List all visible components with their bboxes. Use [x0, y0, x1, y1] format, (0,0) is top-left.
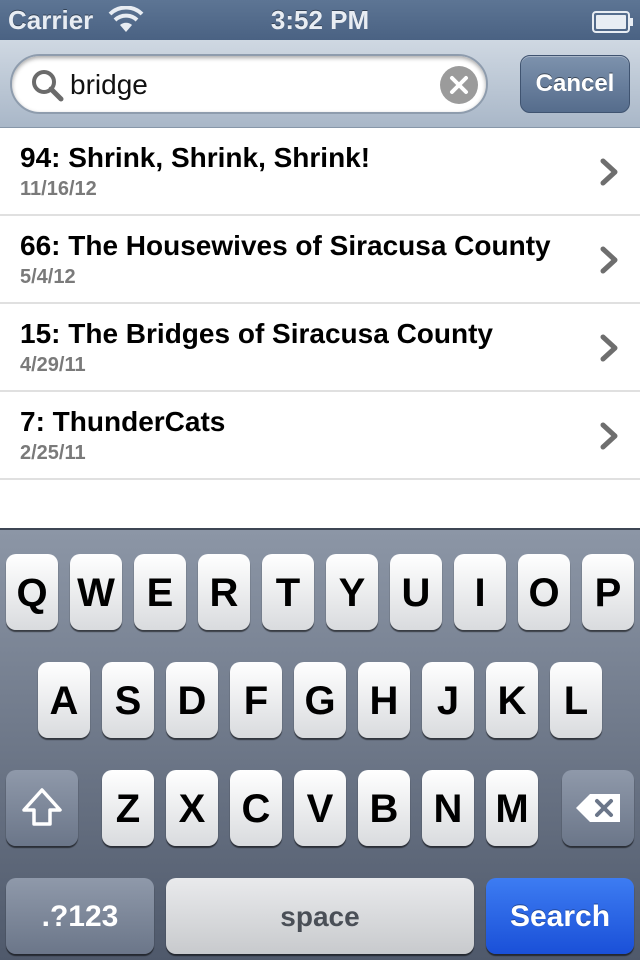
list-item[interactable]: 66: The Housewives of Siracusa County 5/…	[0, 216, 640, 304]
key-o[interactable]: O	[518, 554, 570, 630]
episode-date: 5/4/12	[20, 266, 76, 288]
episode-title: 15: The Bridges of Siracusa County	[20, 318, 493, 349]
episode-date: 4/29/11	[20, 354, 86, 376]
key-c[interactable]: C	[230, 770, 282, 846]
key-p[interactable]: P	[582, 554, 634, 630]
shift-icon	[22, 788, 62, 826]
key-b[interactable]: B	[358, 770, 410, 846]
episode-title: 66: The Housewives of Siracusa County	[20, 230, 551, 261]
search-icon	[30, 68, 64, 102]
key-g[interactable]: G	[294, 662, 346, 738]
episode-date: 2/25/11	[20, 442, 86, 464]
search-bar: Cancel	[0, 40, 640, 128]
clear-icon[interactable]	[440, 66, 478, 104]
key-m[interactable]: M	[486, 770, 538, 846]
key-d[interactable]: D	[166, 662, 218, 738]
key-q[interactable]: Q	[6, 554, 58, 630]
chevron-right-icon	[600, 246, 618, 274]
key-j[interactable]: J	[422, 662, 474, 738]
backspace-key[interactable]	[562, 770, 634, 846]
key-h[interactable]: H	[358, 662, 410, 738]
key-i[interactable]: I	[454, 554, 506, 630]
key-u[interactable]: U	[390, 554, 442, 630]
backspace-icon	[576, 794, 620, 822]
episode-title: 7: ThunderCats	[20, 406, 226, 437]
key-w[interactable]: W	[70, 554, 122, 630]
key-n[interactable]: N	[422, 770, 474, 846]
chevron-right-icon	[600, 334, 618, 362]
list-item[interactable]: 7: ThunderCats 2/25/11	[0, 392, 640, 480]
key-y[interactable]: Y	[326, 554, 378, 630]
shift-key[interactable]	[6, 770, 78, 846]
key-k[interactable]: K	[486, 662, 538, 738]
search-key[interactable]: Search	[486, 878, 634, 954]
key-f[interactable]: F	[230, 662, 282, 738]
search-input[interactable]	[70, 66, 430, 104]
key-l[interactable]: L	[550, 662, 602, 738]
key-a[interactable]: A	[38, 662, 90, 738]
key-t[interactable]: T	[262, 554, 314, 630]
key-x[interactable]: X	[166, 770, 218, 846]
cancel-button[interactable]: Cancel	[520, 55, 630, 113]
chevron-right-icon	[600, 422, 618, 450]
list-item[interactable]: 15: The Bridges of Siracusa County 4/29/…	[0, 304, 640, 392]
numbers-key[interactable]: .?123	[6, 878, 154, 954]
search-field[interactable]	[10, 54, 488, 114]
episode-date: 11/16/12	[20, 178, 97, 200]
keyboard: Q W E R T Y U I O P A S D F G H J K L Z …	[0, 528, 640, 960]
key-e[interactable]: E	[134, 554, 186, 630]
space-key[interactable]: space	[166, 878, 474, 954]
key-r[interactable]: R	[198, 554, 250, 630]
key-z[interactable]: Z	[102, 770, 154, 846]
chevron-right-icon	[600, 158, 618, 186]
results-list: 94: Shrink, Shrink, Shrink! 11/16/12 66:…	[0, 128, 640, 528]
episode-title: 94: Shrink, Shrink, Shrink!	[20, 142, 371, 173]
list-item[interactable]: 94: Shrink, Shrink, Shrink! 11/16/12	[0, 128, 640, 216]
key-v[interactable]: V	[294, 770, 346, 846]
status-bar: Carrier 3:52 PM	[0, 0, 640, 40]
key-s[interactable]: S	[102, 662, 154, 738]
battery-icon	[592, 9, 634, 33]
status-time: 3:52 PM	[270, 5, 370, 35]
